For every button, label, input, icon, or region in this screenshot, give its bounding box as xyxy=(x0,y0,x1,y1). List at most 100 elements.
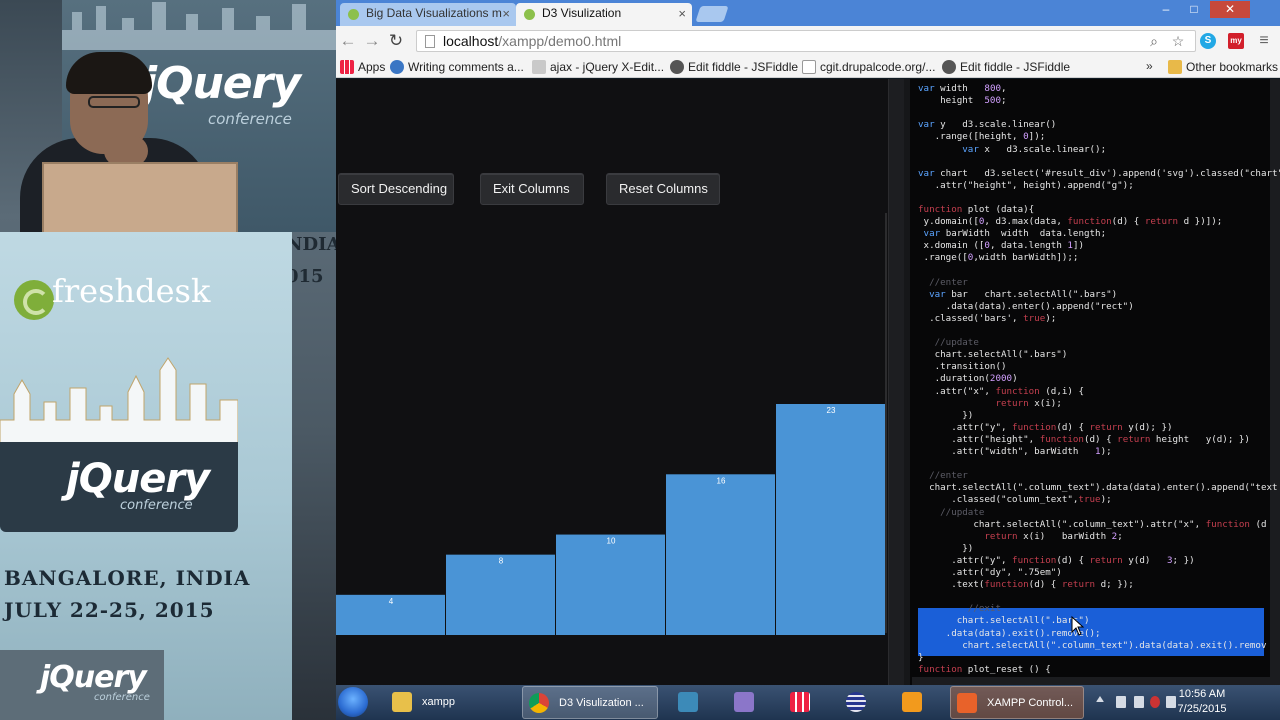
code-line: chart.selectAll(".bars") xyxy=(918,615,1090,627)
tab-title: D3 Visulization xyxy=(542,6,622,20)
tab-d3-visulization[interactable]: D3 Visulization × xyxy=(516,3,692,26)
code-line: //update xyxy=(918,337,979,349)
city-skyline-graphic xyxy=(0,357,238,450)
code-line: .attr("x", function (d,i) { xyxy=(918,385,1084,397)
close-icon[interactable]: × xyxy=(502,3,510,24)
reset-columns-button[interactable]: Reset Columns xyxy=(606,173,720,205)
taskbar-item-chrome[interactable]: D3 Visulization ... xyxy=(522,686,658,719)
code-line: .attr("dy", ".75em") xyxy=(918,567,1062,578)
code-line: .classed("column_text",true); xyxy=(918,494,1112,506)
code-line: .duration(2000) xyxy=(918,373,1018,385)
start-button[interactable] xyxy=(338,687,368,717)
code-line: .range([0,width barWidth]);; xyxy=(918,252,1079,264)
bookmark-writing-comments[interactable]: Writing comments a... xyxy=(390,59,524,75)
pane-divider[interactable] xyxy=(888,79,904,685)
tray-overflow-icon[interactable] xyxy=(1096,696,1104,702)
code-scrollbar-horizontal[interactable] xyxy=(912,677,1270,685)
reload-icon[interactable]: ↻ xyxy=(386,31,406,51)
battery-icon[interactable] xyxy=(1134,696,1144,708)
browser-window: Big Data Visualizations m × D3 Visulizat… xyxy=(336,0,1280,720)
code-line: //enter xyxy=(918,276,968,288)
window-close-icon[interactable]: ✕ xyxy=(1210,1,1250,18)
skype-icon[interactable]: S xyxy=(1200,33,1216,49)
taskbar-item-xampp-folder[interactable]: xampp xyxy=(386,686,518,719)
code-line: x.domain ([0, data.length 1]) xyxy=(918,240,1085,252)
conference-label-banner: conference xyxy=(120,498,193,513)
bar-2 xyxy=(446,554,555,635)
search-icon[interactable]: ⌕ xyxy=(1146,33,1162,49)
page-icon xyxy=(802,60,816,74)
code-line: var barWidth width data.length; xyxy=(923,228,1107,240)
app-icon xyxy=(678,692,698,712)
bar-value-label: 16 xyxy=(717,476,726,485)
back-icon[interactable]: ← xyxy=(338,31,358,51)
speaker-glasses xyxy=(88,96,140,108)
extension-icon[interactable]: my xyxy=(1228,33,1244,49)
taskbar-item-xampp-control[interactable]: XAMPP Control... xyxy=(950,686,1084,719)
page-viewport: 4 8 10 16 23 Sort Descending Exit Columns Re… xyxy=(336,79,1280,685)
minimize-icon[interactable]: – xyxy=(1154,1,1178,18)
bar-5 xyxy=(776,404,885,635)
taskbar-item-app-3[interactable] xyxy=(784,686,820,719)
sort-descending-button[interactable]: Sort Descending xyxy=(338,173,454,205)
event-city: BANGALORE, INDIA xyxy=(4,566,251,590)
page-icon xyxy=(532,60,546,74)
jsfiddle-icon xyxy=(670,60,684,74)
code-line: return x(i) barWidth 2; xyxy=(984,530,1123,542)
code-line: chart.selectAll(".bars") xyxy=(918,349,1068,361)
taskbar-item-app-5[interactable] xyxy=(896,686,932,719)
bookmark-ajax-jquery[interactable]: ajax - jQuery X-Edit... xyxy=(532,59,664,75)
folder-icon xyxy=(1168,60,1182,74)
forward-icon[interactable]: → xyxy=(362,31,382,51)
menu-icon[interactable]: ≡ xyxy=(1256,33,1272,49)
clock-time[interactable]: 10:56 AM xyxy=(1174,688,1230,700)
code-line: .attr("height", height).append("g"); xyxy=(918,179,1134,191)
address-bar[interactable]: localhost/xampp/demo0.html xyxy=(416,30,1196,52)
code-gutter xyxy=(904,79,910,685)
close-icon[interactable]: × xyxy=(678,3,686,24)
code-editor-pane[interactable]: var width 800, height 500; var y d3.scale… xyxy=(904,79,1280,685)
bookmark-edit-fiddle[interactable]: Edit fiddle - JSFiddle xyxy=(670,59,798,75)
code-line: //enter xyxy=(918,470,968,482)
star-icon[interactable]: ☆ xyxy=(1170,33,1186,49)
exit-columns-button[interactable]: Exit Columns xyxy=(480,173,584,205)
mouse-cursor-icon xyxy=(1071,616,1085,636)
bookmark-edit-fiddle-2[interactable]: Edit fiddle - JSFiddle xyxy=(942,59,1070,75)
code-line: chart.selectAll(".column_text").data(dat… xyxy=(918,482,1278,494)
other-bookmarks[interactable]: Other bookmarks xyxy=(1168,59,1278,75)
maximize-icon[interactable]: □ xyxy=(1182,1,1206,18)
security-icon[interactable] xyxy=(1150,696,1160,708)
conference-label-top: conference xyxy=(208,110,292,128)
bar-value-label: 10 xyxy=(607,537,616,546)
code-line: .attr("height", function(d) { return hei… xyxy=(918,433,1250,445)
bookmark-apps[interactable]: Apps xyxy=(340,59,385,75)
taskbar-item-app-1[interactable] xyxy=(672,686,708,719)
browser-toolbar: ← → ↻ localhost/xampp/demo0.html ⌕ ☆ S m… xyxy=(336,26,1280,56)
code-line: } xyxy=(918,651,924,663)
tab-big-data[interactable]: Big Data Visualizations m × xyxy=(340,3,516,26)
new-tab-button[interactable] xyxy=(695,6,729,22)
taskbar-item-app-4[interactable] xyxy=(840,686,876,719)
taskbar-item-app-2[interactable] xyxy=(728,686,764,719)
app-icon xyxy=(790,692,810,712)
bookmark-cgit-drupal[interactable]: cgit.drupalcode.org/... xyxy=(802,59,935,75)
code-line: chart.selectAll(".column_text").attr("x"… xyxy=(918,518,1267,530)
flag-icon[interactable] xyxy=(1116,696,1126,708)
code-line: y.domain([0, d3.max(data, function(d) { … xyxy=(918,216,1223,228)
code-line: var bar chart.selectAll(".bars") xyxy=(929,288,1118,300)
app-icon xyxy=(734,692,754,712)
code-line: .transition() xyxy=(918,361,1007,373)
windows-taskbar: xampp D3 Visulization ... XAMPP Control.… xyxy=(336,685,1280,720)
d3-demo-pane: 4 8 10 16 23 Sort Descending Exit Columns Re… xyxy=(336,79,888,685)
code-line: function plot (data){ xyxy=(918,204,1035,215)
code-line: function plot_reset () { xyxy=(918,663,1051,675)
clock-date[interactable]: 7/25/2015 xyxy=(1174,703,1230,715)
code-line: var y d3.scale.linear() xyxy=(918,119,1057,131)
bar-4 xyxy=(666,474,775,635)
bookmarks-overflow-chevron[interactable]: » xyxy=(1146,59,1153,73)
code-line: .attr("y", function(d) { return y(d); }) xyxy=(918,421,1173,433)
jquery-logo-top: jQuery xyxy=(142,58,301,109)
demo-scrollbar[interactable] xyxy=(885,213,887,633)
podium xyxy=(42,162,238,242)
banner-india-fragment: NDIA xyxy=(286,234,336,255)
